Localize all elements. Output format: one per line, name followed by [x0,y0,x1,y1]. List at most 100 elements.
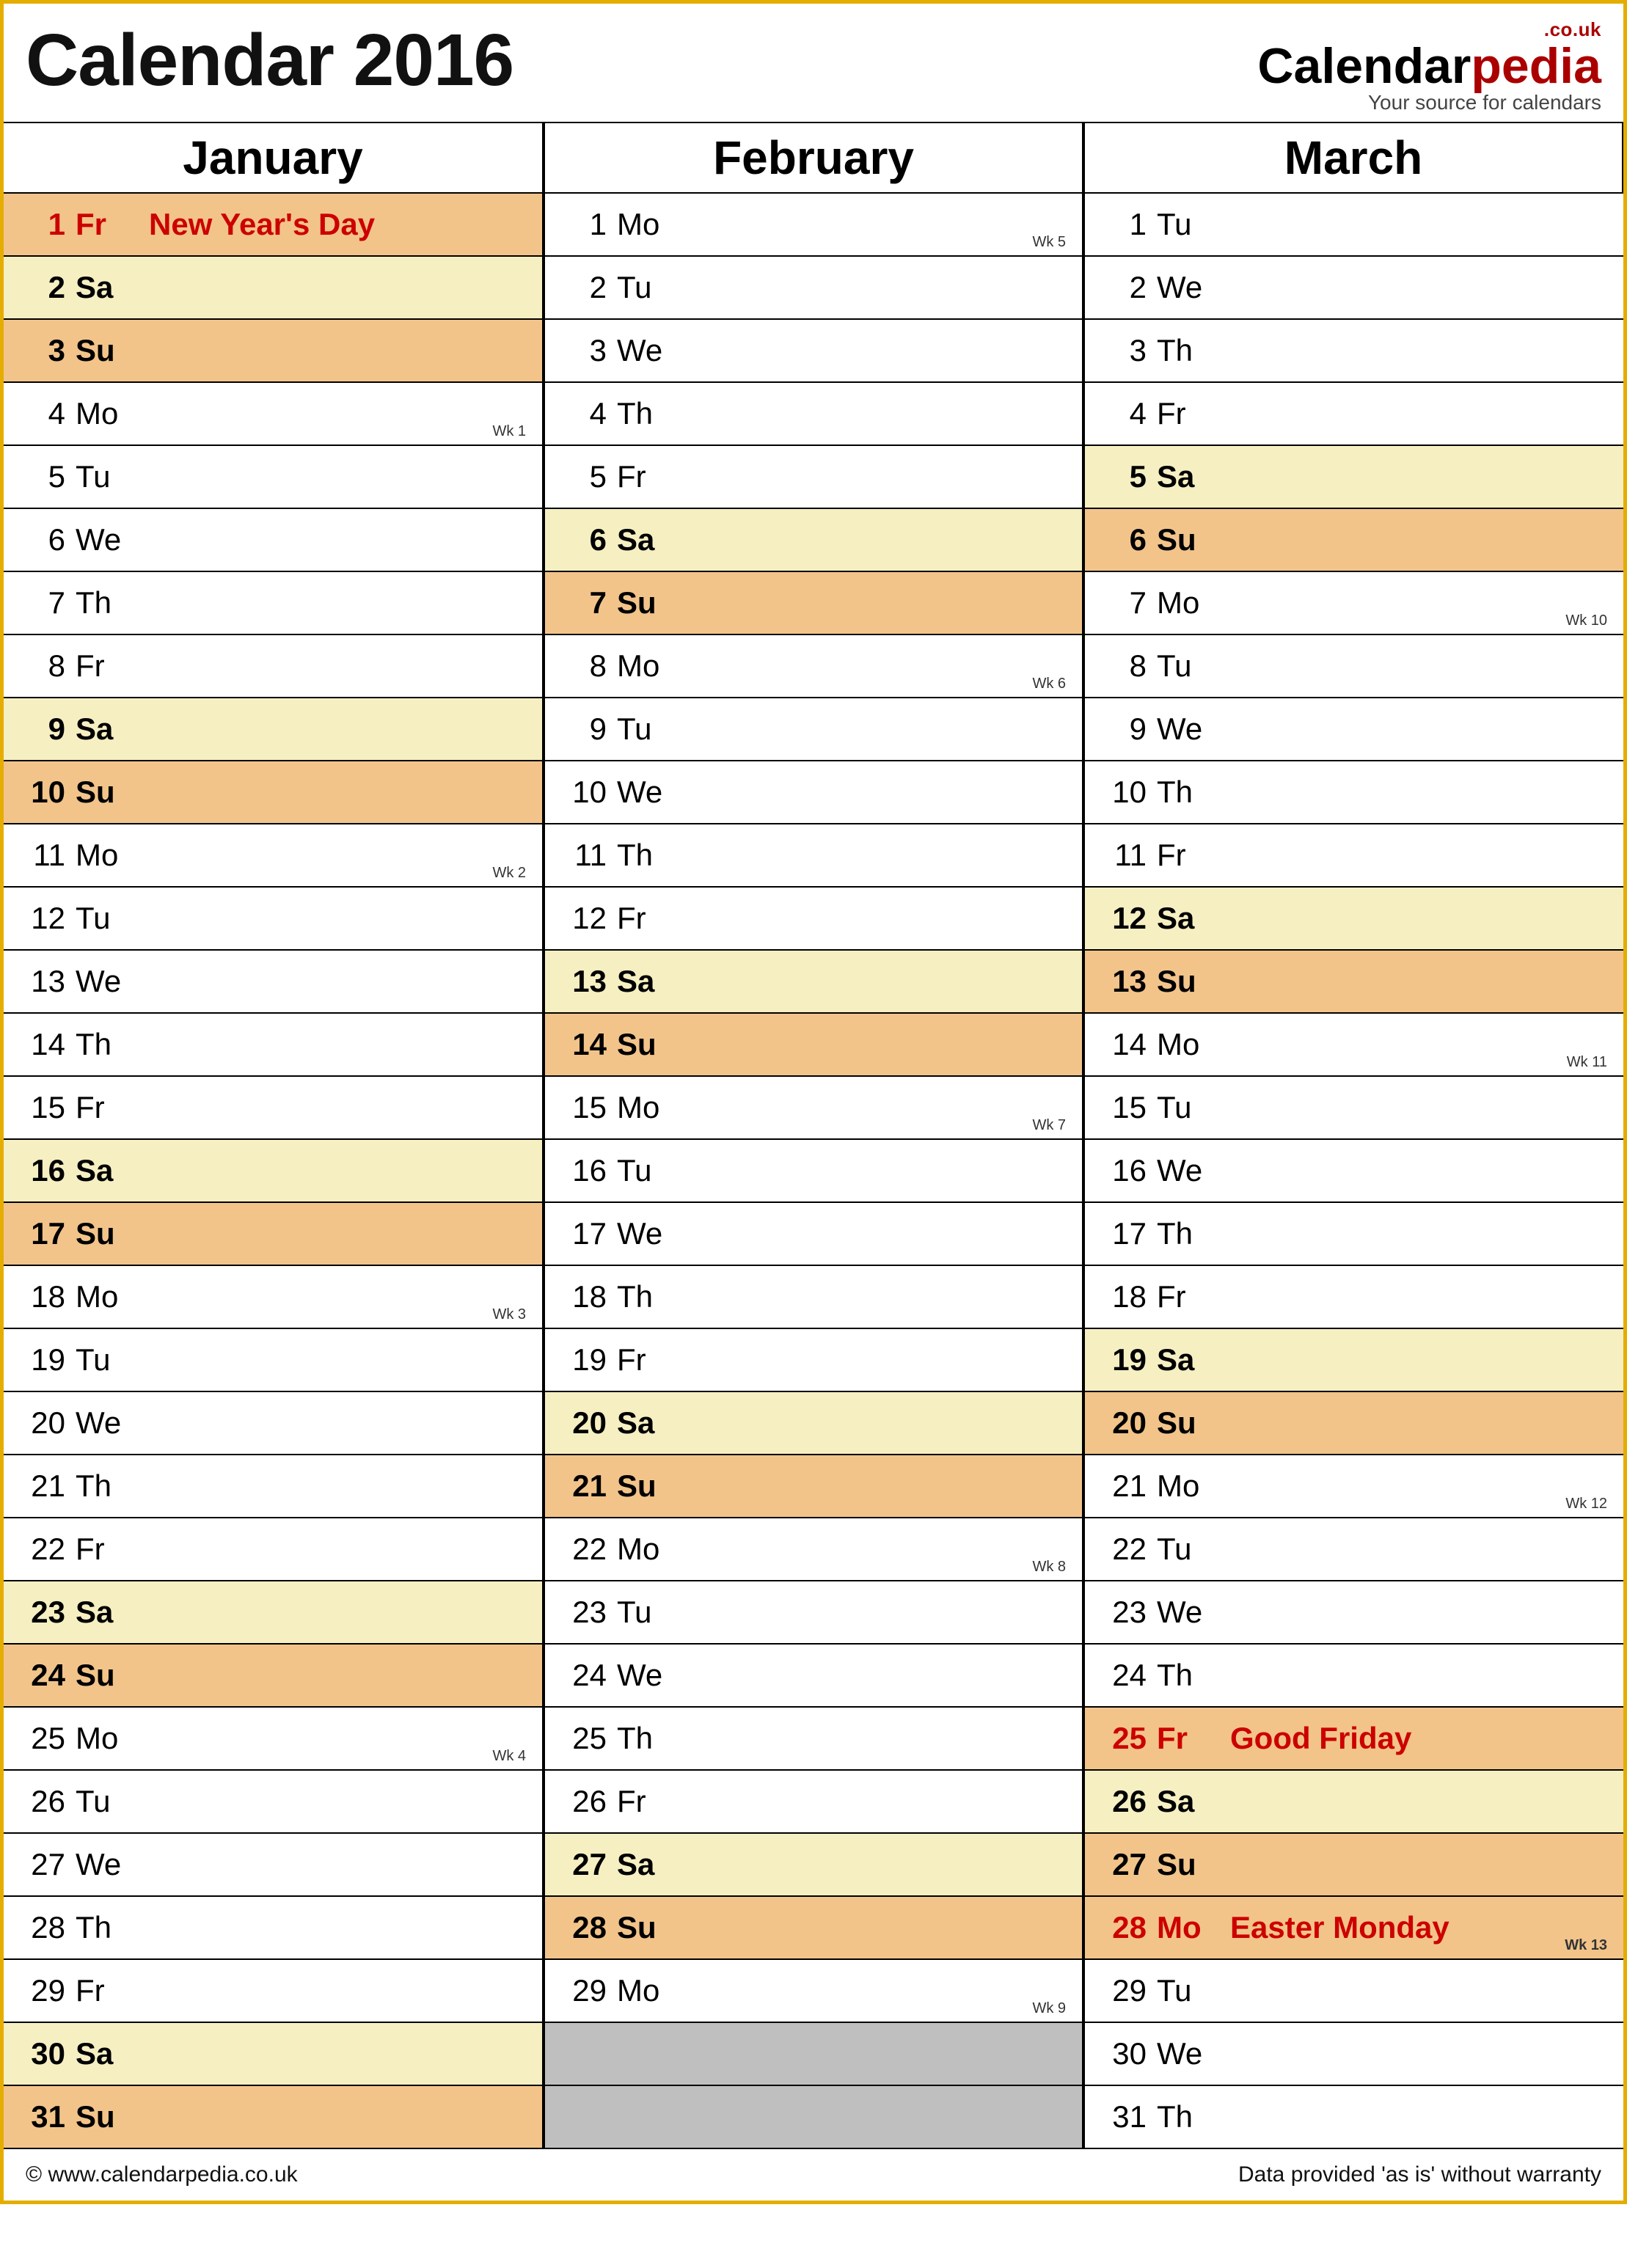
day-number: 1 [566,207,617,242]
day-name: We [1157,1595,1215,1630]
day-name: Sa [76,1153,134,1188]
day-number: 15 [24,1090,76,1125]
day-row: 19Tu [4,1329,542,1392]
day-number: 25 [1105,1721,1157,1756]
day-row: 23Sa [4,1581,542,1645]
day-name: Tu [1157,1090,1215,1125]
day-row: 28MoEaster MondayWk 13 [1085,1897,1623,1960]
day-number: 13 [566,964,617,999]
event-label: Easter Monday [1215,1910,1612,1945]
day-name: Tu [1157,1973,1215,2008]
day-row: 31Th [1085,2086,1623,2149]
week-label: Wk 4 [492,1748,526,1765]
day-name: Th [1157,2099,1215,2135]
day-name: Mo [76,396,134,431]
day-number: 29 [566,1973,617,2008]
day-number: 2 [24,270,76,305]
day-number: 3 [1105,333,1157,368]
day-name: Tu [76,901,134,936]
day-name: Th [76,1910,134,1945]
logo-part2: pedia [1471,38,1601,94]
day-name: Sa [76,1595,134,1630]
day-row: 17We [545,1203,1082,1266]
calendar-body: 1FrNew Year's Day2Sa3Su4MoWk 15Tu6We7Th8… [4,194,1623,2149]
day-name: Mo [617,1973,676,2008]
day-number: 28 [24,1910,76,1945]
day-name: Fr [76,648,134,684]
day-number: 26 [1105,1784,1157,1819]
day-name: Fr [76,1090,134,1125]
day-number: 16 [1105,1153,1157,1188]
day-name: Mo [1157,585,1215,621]
week-label: Wk 7 [1032,1117,1066,1134]
day-number: 7 [566,585,617,621]
day-number: 5 [24,459,76,494]
day-number: 25 [24,1721,76,1756]
day-number: 2 [1105,270,1157,305]
day-row: 27We [4,1834,542,1897]
day-row: 21Th [4,1455,542,1518]
page-title: Calendar 2016 [26,18,513,103]
day-number: 6 [566,522,617,557]
day-row: 26Sa [1085,1771,1623,1834]
day-row: 22Fr [4,1518,542,1581]
day-name: Tu [617,1153,676,1188]
day-row: 10We [545,761,1082,824]
day-name: Fr [617,1342,676,1378]
day-number: 27 [24,1847,76,1882]
week-label: Wk 2 [492,865,526,882]
day-row: 25Th [545,1708,1082,1771]
day-number: 14 [1105,1027,1157,1062]
day-number: 17 [566,1216,617,1251]
day-number: 15 [566,1090,617,1125]
day-number: 11 [1105,838,1157,873]
day-number: 26 [566,1784,617,1819]
day-row: 8MoWk 6 [545,635,1082,698]
day-row: 14MoWk 11 [1085,1014,1623,1077]
day-number: 29 [1105,1973,1157,2008]
day-row: 7Th [4,572,542,635]
day-name: Mo [1157,1468,1215,1504]
day-name: Tu [617,1595,676,1630]
day-name: We [76,1405,134,1441]
day-row: 29Fr [4,1960,542,2023]
day-name: Fr [76,1973,134,2008]
day-row: 14Th [4,1014,542,1077]
day-number: 8 [24,648,76,684]
day-number: 29 [24,1973,76,2008]
day-row: 15Fr [4,1077,542,1140]
day-name: Tu [1157,1532,1215,1567]
day-name: Th [76,1027,134,1062]
day-number: 9 [1105,712,1157,747]
day-row: 5Sa [1085,446,1623,509]
day-number: 31 [24,2099,76,2135]
month-column: 1MoWk 52Tu3We4Th5Fr6Sa7Su8MoWk 69Tu10We1… [544,194,1083,2149]
day-row: 22Tu [1085,1518,1623,1581]
day-name: Th [1157,333,1215,368]
day-number: 8 [1105,648,1157,684]
day-name: Fr [1157,1721,1215,1756]
day-name: Tu [1157,207,1215,242]
day-number: 9 [24,712,76,747]
day-number: 10 [24,775,76,810]
day-row: 2Tu [545,257,1082,320]
day-name: Th [1157,1216,1215,1251]
day-name: Tu [617,270,676,305]
day-name: We [1157,2036,1215,2071]
day-number: 27 [1105,1847,1157,1882]
day-name: Sa [617,1847,676,1882]
day-number: 18 [24,1279,76,1314]
day-name: Su [617,1468,676,1504]
day-row: 16Sa [4,1140,542,1203]
week-label: Wk 3 [492,1306,526,1323]
day-row: 26Fr [545,1771,1082,1834]
day-name: We [617,333,676,368]
day-name: Th [617,1279,676,1314]
day-name: Su [76,1658,134,1693]
day-number: 1 [24,207,76,242]
day-number: 4 [24,396,76,431]
day-name: Th [1157,775,1215,810]
logo-part1: Calendar [1257,38,1471,94]
footer: © www.calendarpedia.co.uk Data provided … [4,2149,1623,2201]
day-row: 13We [4,951,542,1014]
